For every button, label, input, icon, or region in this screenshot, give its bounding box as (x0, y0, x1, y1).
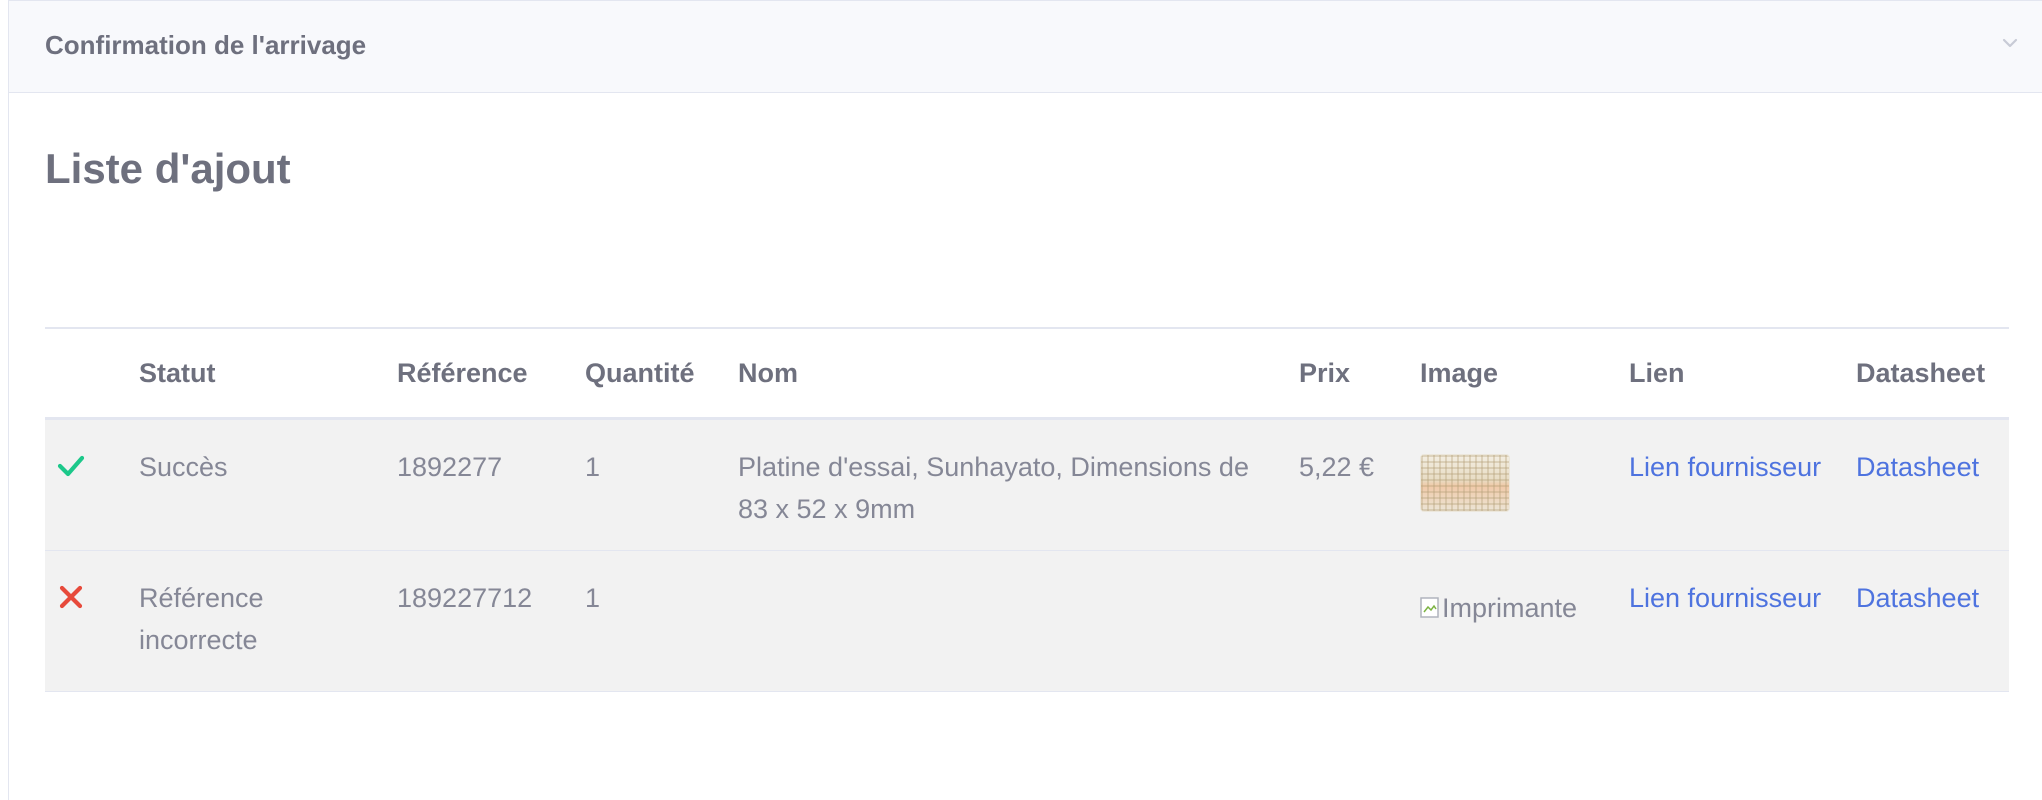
product-thumbnail[interactable] (1420, 454, 1510, 512)
column-header-name[interactable]: Nom (726, 328, 1287, 419)
column-header-datasheet[interactable]: Datasheet (1844, 328, 2009, 419)
quantity-cell: 1 (585, 583, 601, 613)
status-cell: Succès (139, 452, 228, 482)
reference-cell: 189227712 (397, 583, 533, 613)
broken-image-icon (1420, 597, 1439, 618)
column-header-image[interactable]: Image (1408, 328, 1617, 419)
image-cell (1408, 419, 1617, 551)
card-header[interactable]: Confirmation de l'arrivage (9, 1, 2042, 93)
supplier-link[interactable]: Lien fournisseur (1629, 452, 1821, 482)
section-title: Liste d'ajout (45, 145, 291, 192)
table-row: Succès 1892277 1 Platine d'essai, Sunhay… (45, 418, 2009, 551)
arrival-confirmation-card: Confirmation de l'arrivage Liste d'ajout… (8, 0, 2042, 800)
column-header-icon (45, 328, 127, 419)
link-cell: Lien fournisseur (1617, 551, 1844, 692)
price-cell: 5,22 € (1299, 452, 1375, 482)
quantity-cell: 1 (585, 452, 601, 482)
name-cell (726, 551, 1287, 692)
datasheet-cell: Datasheet (1844, 419, 2009, 551)
status-cell: Référence incorrecte (139, 583, 264, 655)
datasheet-link[interactable]: Datasheet (1856, 452, 1979, 482)
broken-image-alt-text: Imprimante (1442, 593, 1578, 623)
column-header-reference[interactable]: Référence (385, 328, 573, 419)
name-cell: Platine d'essai, Sunhayato, Dimensions d… (738, 452, 1249, 524)
price-cell (1287, 551, 1408, 692)
check-icon (57, 455, 85, 477)
chevron-down-icon[interactable] (2002, 35, 2018, 51)
reference-cell: 1892277 (397, 452, 503, 482)
cross-icon (59, 585, 83, 609)
image-cell: Imprimante (1408, 551, 1617, 692)
broken-image[interactable]: Imprimante (1420, 587, 1577, 629)
link-cell: Lien fournisseur (1617, 419, 1844, 551)
card-title: Confirmation de l'arrivage (45, 30, 367, 60)
datasheet-link[interactable]: Datasheet (1856, 583, 1979, 613)
arrival-table: Statut Référence Quantité Nom Prix Image… (45, 327, 2009, 692)
table-header-row: Statut Référence Quantité Nom Prix Image… (45, 328, 2009, 419)
datasheet-cell: Datasheet (1844, 551, 2009, 692)
column-header-status[interactable]: Statut (127, 328, 385, 419)
column-header-link[interactable]: Lien (1617, 328, 1844, 419)
column-header-quantity[interactable]: Quantité (573, 328, 726, 419)
status-icon-cell (45, 419, 127, 551)
status-icon-cell (45, 551, 127, 692)
column-header-price[interactable]: Prix (1287, 328, 1408, 419)
supplier-link[interactable]: Lien fournisseur (1629, 583, 1821, 613)
table-row: Référence incorrecte 189227712 1 Imprima… (45, 550, 2009, 692)
